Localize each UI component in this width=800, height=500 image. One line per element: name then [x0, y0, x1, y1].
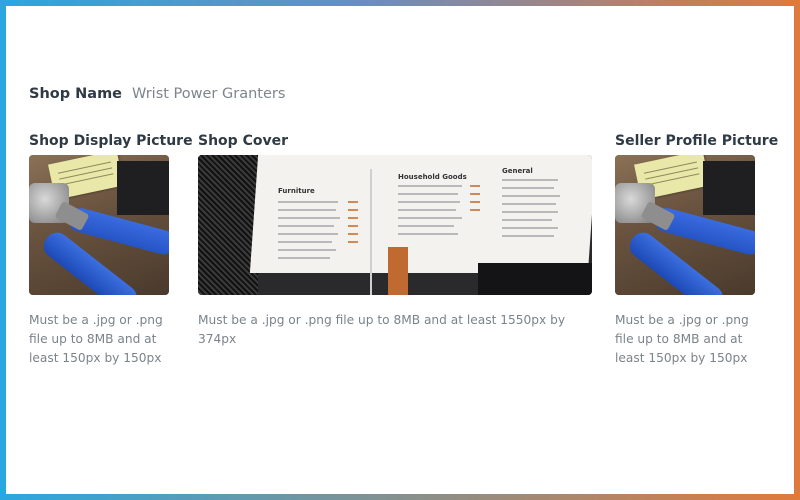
display-picture-section: Shop Display Picture Must be a .jpg or .…	[29, 133, 193, 368]
shop-cover-hint: Must be a .jpg or .png file up to 8MB an…	[198, 313, 566, 346]
display-picture-image[interactable]	[29, 155, 169, 295]
shop-settings-panel: Shop Name Wrist Power Granters Shop Disp…	[6, 6, 794, 494]
seller-profile-hint: Must be a .jpg or .png file up to 8MB an…	[615, 313, 749, 365]
seller-profile-section: Seller Profile Picture Must be a .jpg or…	[615, 133, 779, 368]
display-picture-title: Shop Display Picture	[29, 133, 193, 149]
shop-name-value[interactable]: Wrist Power Granters	[132, 86, 285, 102]
shop-cover-title: Shop Cover	[198, 133, 288, 149]
seller-profile-title: Seller Profile Picture	[615, 133, 779, 149]
display-picture-hint: Must be a .jpg or .png file up to 8MB an…	[29, 313, 163, 365]
shop-cover-section: Shop Cover Furniture Household Goods Gen…	[198, 133, 598, 349]
gradient-frame: Shop Name Wrist Power Granters Shop Disp…	[0, 0, 800, 500]
seller-profile-image[interactable]	[615, 155, 755, 295]
shop-name-row: Shop Name Wrist Power Granters	[29, 86, 285, 102]
shop-name-label: Shop Name	[29, 86, 123, 102]
shop-cover-image[interactable]: Furniture Household Goods General	[198, 155, 592, 295]
